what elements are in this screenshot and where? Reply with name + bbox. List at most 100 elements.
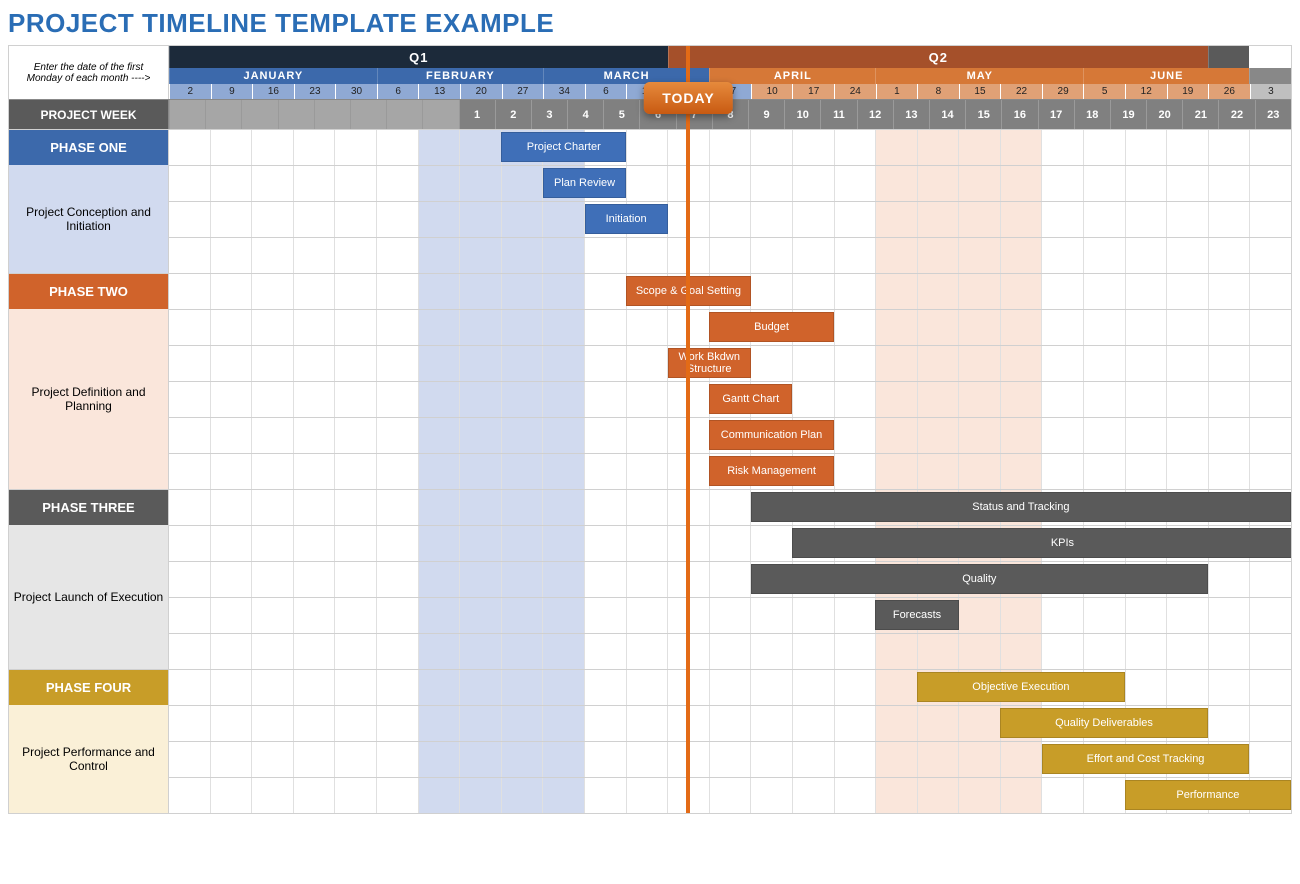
- task-bar[interactable]: Effort and Cost Tracking: [1042, 744, 1250, 774]
- gantt-cell: [169, 778, 210, 813]
- gantt-cell: [792, 346, 834, 381]
- week-cell: [314, 100, 350, 129]
- gantt-cell: [917, 202, 959, 237]
- gantt-cell: [834, 346, 876, 381]
- gantt-cell: [584, 598, 626, 633]
- gantt-cell: [958, 742, 1000, 777]
- week-cell: 15: [965, 100, 1001, 129]
- gantt-cell: [169, 202, 210, 237]
- gantt-cell: [501, 274, 543, 309]
- date-cell: 17: [792, 84, 834, 99]
- gantt-cell: [1083, 778, 1125, 813]
- gantt-cell: [584, 706, 626, 741]
- gantt-cell: [334, 670, 376, 705]
- gantt-cell: [459, 130, 501, 165]
- gantt-cell: [1249, 382, 1291, 417]
- gantt-cell: [376, 490, 418, 525]
- gantt-cell: [1083, 634, 1125, 669]
- gantt-cell: [1083, 382, 1125, 417]
- task-bar[interactable]: Communication Plan: [709, 420, 834, 450]
- gantt-cell: [584, 562, 626, 597]
- date-cell: 10: [751, 84, 793, 99]
- task-bar[interactable]: Quality: [751, 564, 1208, 594]
- gantt-cell: [875, 274, 917, 309]
- week-cell: 17: [1038, 100, 1074, 129]
- month-cell: [1249, 68, 1291, 84]
- gantt-cell: [626, 454, 668, 489]
- gantt-cell: [1041, 598, 1083, 633]
- gantt-cell: [1000, 634, 1042, 669]
- gantt-cell: [875, 166, 917, 201]
- week-cell: 4: [567, 100, 603, 129]
- gantt-cell: [501, 778, 543, 813]
- week-cell: 16: [1001, 100, 1037, 129]
- gantt-cell: [1083, 310, 1125, 345]
- task-bar[interactable]: Initiation: [585, 204, 668, 234]
- gantt-cell: [251, 274, 293, 309]
- gantt-cell: [376, 346, 418, 381]
- gantt-cell: [1041, 274, 1083, 309]
- gantt-cell: [334, 778, 376, 813]
- task-bar[interactable]: Plan Review: [543, 168, 626, 198]
- gantt-cell: [750, 130, 792, 165]
- gantt-cell: [1041, 202, 1083, 237]
- gantt-cell: [1249, 598, 1291, 633]
- gantt-cell: [750, 274, 792, 309]
- quarter-cell: [1208, 46, 1250, 68]
- gantt-cell: [418, 418, 460, 453]
- gantt-cell: [293, 454, 335, 489]
- task-bar[interactable]: Quality Deliverables: [1000, 708, 1208, 738]
- gantt-cell: [1249, 706, 1291, 741]
- gantt-cell: [501, 202, 543, 237]
- today-badge: TODAY: [644, 82, 732, 114]
- task-bar[interactable]: Performance: [1125, 780, 1291, 810]
- quarter-cell: Q1: [169, 46, 668, 68]
- gantt-cell: [334, 130, 376, 165]
- gantt-cell: [169, 742, 210, 777]
- gantt-cell: [376, 382, 418, 417]
- task-bar[interactable]: Gantt Chart: [709, 384, 792, 414]
- gantt-cell: [1000, 202, 1042, 237]
- gantt-cell: [501, 598, 543, 633]
- gantt-cell: [958, 382, 1000, 417]
- task-bar[interactable]: Objective Execution: [917, 672, 1125, 702]
- task-bar[interactable]: Work Bkdwn Structure: [668, 348, 751, 378]
- gantt-cell: [542, 490, 584, 525]
- task-bar[interactable]: KPIs: [792, 528, 1291, 558]
- gantt-cell: [376, 238, 418, 273]
- task-bar[interactable]: Status and Tracking: [751, 492, 1291, 522]
- gantt-cell: [293, 382, 335, 417]
- gantt-cell: [626, 562, 668, 597]
- task-bar[interactable]: Risk Management: [709, 456, 834, 486]
- gantt-cell: [501, 526, 543, 561]
- gantt-cell: [1125, 454, 1167, 489]
- date-cell: 30: [335, 84, 377, 99]
- gantt-cell: [1125, 634, 1167, 669]
- gantt-cell: [418, 706, 460, 741]
- week-cell: 5: [603, 100, 639, 129]
- gantt-cell: [834, 202, 876, 237]
- gantt-cell: [1166, 310, 1208, 345]
- gantt-cell: [459, 418, 501, 453]
- gantt-cell: [376, 670, 418, 705]
- gantt-cell: [459, 526, 501, 561]
- gantt-cell: [834, 274, 876, 309]
- gantt-cell: [293, 634, 335, 669]
- task-bar[interactable]: Forecasts: [875, 600, 958, 630]
- gantt-cell: [1083, 202, 1125, 237]
- gantt-cell: [251, 418, 293, 453]
- date-cell: 16: [252, 84, 294, 99]
- gantt-cell: [584, 526, 626, 561]
- gantt-cell: [418, 562, 460, 597]
- gantt-cell: [418, 346, 460, 381]
- task-bar[interactable]: Project Charter: [501, 132, 626, 162]
- gantt-cell: [542, 742, 584, 777]
- task-bar[interactable]: Budget: [709, 312, 834, 342]
- gantt-cell: [418, 310, 460, 345]
- gantt-cell: [376, 202, 418, 237]
- gantt-cell: [1249, 670, 1291, 705]
- phase-body: Project Performance and Control: [9, 705, 169, 813]
- gantt-cell: [169, 418, 210, 453]
- gantt-cell: [1249, 202, 1291, 237]
- gantt-cell: [251, 778, 293, 813]
